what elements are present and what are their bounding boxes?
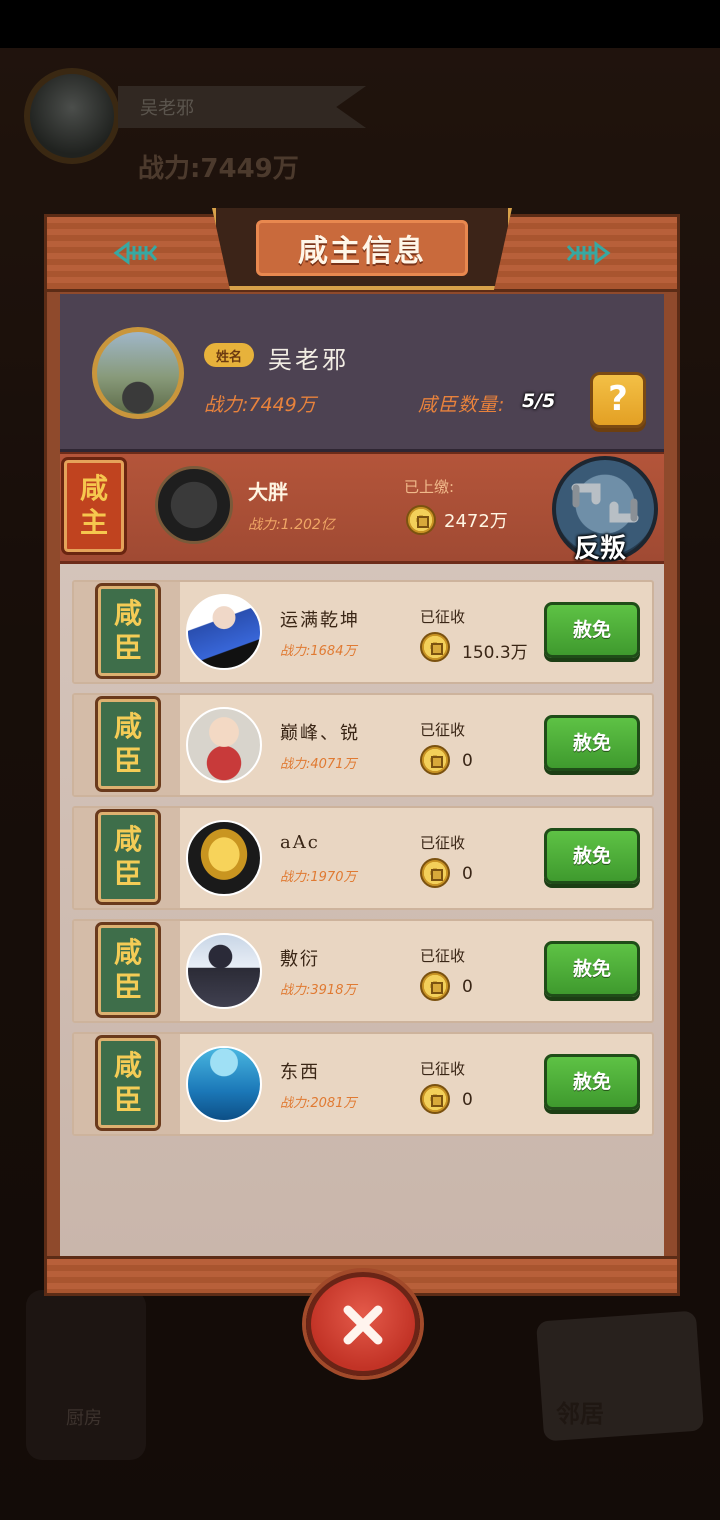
vassal-name: aAc: [280, 832, 320, 853]
coin-icon: [420, 858, 450, 888]
vassal-avatar: [186, 1046, 262, 1122]
vassal-power: 战力:4071万: [280, 757, 357, 772]
vassal-name: 巅峰、锐: [280, 723, 360, 744]
coin-icon: [406, 505, 436, 535]
collected-value: 0: [462, 1090, 473, 1110]
role-char: 咸: [113, 1049, 142, 1082]
vassal-power: 战力:2081万: [280, 1096, 357, 1111]
role-char: 咸: [113, 936, 142, 969]
vassal-power: 战力:1684万: [280, 644, 357, 659]
pardon-button[interactable]: 赦免: [544, 602, 640, 658]
collected-value: 150.3万: [462, 643, 528, 663]
coin-icon: [420, 745, 450, 775]
vassal-role-tag: 咸 臣: [95, 922, 161, 1018]
vassal-power: 战力:1970万: [280, 870, 357, 885]
title-banner: 咸主信息: [256, 220, 468, 276]
vassal-avatar: [186, 594, 262, 670]
master-role-tag: 咸 主: [61, 457, 127, 555]
role-char: 咸: [79, 472, 108, 505]
pardon-button[interactable]: 赦免: [544, 828, 640, 884]
fish-bone-icon: [566, 241, 611, 265]
pardon-button[interactable]: 赦免: [544, 941, 640, 997]
help-button[interactable]: ?: [590, 372, 646, 428]
coin-icon: [420, 971, 450, 1001]
master-avatar: [155, 466, 233, 544]
role-char: 臣: [113, 970, 142, 1003]
vassal-name: 敷衍: [280, 949, 320, 970]
name-tag: 姓名: [204, 343, 254, 367]
vassal-avatar: [186, 707, 262, 783]
paid-label: 已上缴:: [404, 478, 455, 496]
collected-value: 0: [462, 864, 473, 884]
role-char: 咸: [113, 597, 142, 630]
collected-value: 0: [462, 977, 473, 997]
vassal-row: 咸 臣 东西 战力:2081万 已征收 0 赦免: [72, 1032, 654, 1136]
owner-avatar: [92, 327, 184, 419]
fish-bone-icon: [113, 241, 158, 265]
coin-icon: [420, 632, 450, 662]
vassal-power: 战力:3918万: [280, 983, 357, 998]
role-char: 咸: [113, 710, 142, 743]
vassal-row: 咸 臣 敷衍 战力:3918万 已征收 0 赦免: [72, 919, 654, 1023]
collected-value: 0: [462, 751, 473, 771]
collected-label: 已征收: [420, 834, 466, 852]
dialog-title: 咸主信息: [298, 234, 426, 269]
vassal-count-label: 咸臣数量:: [418, 394, 506, 416]
paid-value: 2472万: [444, 511, 508, 532]
vassal-role-tag: 咸 臣: [95, 583, 161, 679]
vassal-role-tag: 咸 臣: [95, 1035, 161, 1131]
rebel-label: 反叛: [574, 534, 627, 564]
vassal-row: 咸 臣 巅峰、锐 战力:4071万 已征收 0 赦免: [72, 693, 654, 797]
broken-chain-icon: [571, 483, 639, 523]
owner-power: 战力:7449万: [204, 394, 316, 416]
pardon-button[interactable]: 赦免: [544, 715, 640, 771]
vassal-role-tag: 咸 臣: [95, 696, 161, 792]
pardon-button[interactable]: 赦免: [544, 1054, 640, 1110]
vassal-name: 运满乾坤: [280, 610, 360, 631]
vassal-avatar: [186, 820, 262, 896]
vassal-row: 咸 臣 运满乾坤 战力:1684万 已征收 150.3万 赦免: [72, 580, 654, 684]
collected-label: 已征收: [420, 608, 466, 626]
role-char: 臣: [113, 857, 142, 890]
vassal-avatar: [186, 933, 262, 1009]
role-char: 咸: [113, 823, 142, 856]
master-name: 大胖: [248, 480, 288, 504]
master-power: 战力:1.202亿: [248, 517, 335, 533]
collected-label: 已征收: [420, 1060, 466, 1078]
collected-label: 已征收: [420, 947, 466, 965]
coin-icon: [420, 1084, 450, 1114]
role-char: 主: [79, 506, 108, 539]
close-icon: [343, 1305, 383, 1345]
vassal-count: 5/5: [522, 390, 556, 412]
vassal-name: 东西: [280, 1062, 320, 1083]
role-char: 臣: [113, 631, 142, 664]
role-char: 臣: [113, 1083, 142, 1116]
vassal-row: 咸 臣 aAc 战力:1970万 已征收 0 赦免: [72, 806, 654, 910]
collected-label: 已征收: [420, 721, 466, 739]
vassal-role-tag: 咸 臣: [95, 809, 161, 905]
role-char: 臣: [113, 744, 142, 777]
owner-name: 吴老邪: [268, 346, 349, 374]
